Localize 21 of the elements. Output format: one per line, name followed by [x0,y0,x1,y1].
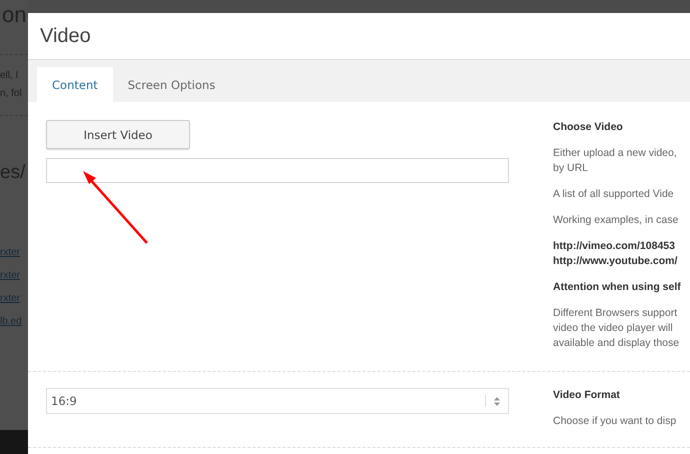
help-text: by URL [553,161,590,176]
url-input-field[interactable] [46,158,509,183]
updown-icon [494,396,500,406]
tab[interactable]: Screen Options [112,67,230,102]
help-heading: Attention when using self [553,280,681,295]
help-text: video the video player will [553,321,674,336]
taskbar-strip [0,430,28,454]
help-text: A list of all supported Vide [553,187,675,202]
help-text: Working examples, in case [553,213,680,228]
help-heading: http://vimeo.com/108453 [553,239,676,254]
help-heading: Video Format [553,388,621,403]
dialog-title: Video [40,24,91,48]
help-text: Choose if you want to disp [553,414,676,429]
help-text: Either upload a new video, [553,146,678,161]
help-heading: Choose Video [553,120,624,135]
help-text: Different Browsers support [553,306,678,321]
help-heading: http://www.youtube.com/ [553,254,678,269]
help-text: available and display those [553,336,680,351]
format-select[interactable]: 16:9 [46,388,509,414]
insert-video-button[interactable]: Insert Video [46,120,190,149]
tab[interactable]: Content [37,67,113,102]
